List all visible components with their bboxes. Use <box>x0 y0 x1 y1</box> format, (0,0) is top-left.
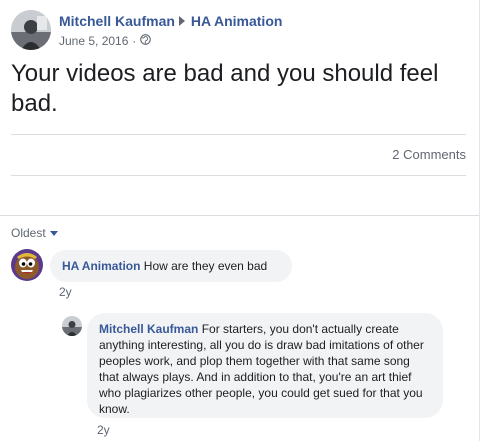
comment-avatar-ha-animation[interactable] <box>11 249 43 281</box>
facebook-post: Mitchell Kaufman HA Animation June 5, 20… <box>0 0 481 441</box>
comments-count-link[interactable]: 2 Comments <box>392 147 466 162</box>
comment-bubble: HA Animation How are they even bad <box>50 250 292 282</box>
right-border <box>479 0 480 441</box>
divider <box>11 175 466 176</box>
meta-separator: · <box>132 34 137 48</box>
reply-text: For starters, you don't actually create … <box>99 322 424 416</box>
arrow-right-icon <box>178 16 185 26</box>
caret-down-icon <box>49 230 58 236</box>
post-author-name[interactable]: Mitchell Kaufman <box>59 13 175 29</box>
section-divider <box>0 215 479 216</box>
sort-label: Oldest <box>11 226 46 240</box>
reply-avatar-mitchell-kaufman[interactable] <box>62 316 82 336</box>
reply-author-name[interactable]: Mitchell Kaufman <box>99 322 198 336</box>
post-body-text: Your videos are bad and you should feel … <box>11 60 439 117</box>
post-author-avatar[interactable] <box>11 10 51 50</box>
post-target-page[interactable]: HA Animation <box>191 13 283 29</box>
divider <box>11 134 466 135</box>
reply-timestamp[interactable]: 2y <box>97 423 110 437</box>
reply-bubble: Mitchell Kaufman For starters, you don't… <box>87 313 443 418</box>
post-header-title: Mitchell Kaufman HA Animation <box>59 13 282 29</box>
post-meta: June 5, 2016 · <box>59 34 152 48</box>
comment-timestamp[interactable]: 2y <box>59 285 72 299</box>
globe-icon[interactable] <box>140 34 152 48</box>
comment-sort-dropdown[interactable]: Oldest <box>11 226 58 240</box>
comment-text: How are they even bad <box>143 259 268 273</box>
post-date[interactable]: June 5, 2016 <box>59 34 128 48</box>
comment-author-name[interactable]: HA Animation <box>62 259 140 273</box>
